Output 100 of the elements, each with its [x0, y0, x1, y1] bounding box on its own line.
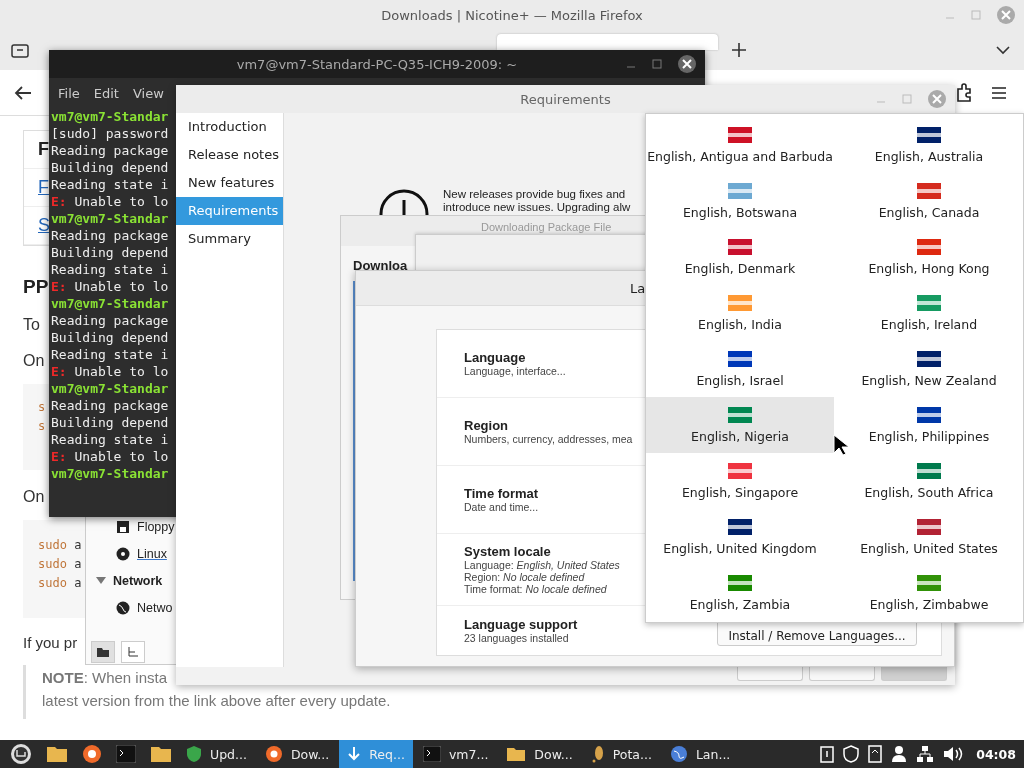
setting-title: Language support [464, 617, 578, 632]
window-title: Downloading Package File [481, 221, 612, 233]
network-icon[interactable] [916, 745, 935, 763]
language-option[interactable]: English, Australia [834, 117, 1024, 173]
places-button[interactable] [91, 641, 115, 663]
menu-item[interactable]: Edit [93, 85, 119, 101]
expander-icon[interactable] [96, 576, 106, 585]
clipboard-icon[interactable] [820, 745, 835, 763]
taskbar-button[interactable]: Lan... [661, 740, 739, 768]
sidebar-item[interactable]: Netwo [137, 600, 173, 615]
sidebar-icon[interactable] [11, 42, 29, 58]
language-option[interactable]: English, Botswana [646, 173, 834, 229]
globe-icon [669, 745, 688, 763]
flag-icon [917, 126, 941, 143]
flag-icon [917, 574, 941, 591]
taskbar-button[interactable]: Dow... [256, 740, 338, 768]
step-item[interactable]: Summary [176, 225, 283, 253]
disc-icon [116, 546, 130, 561]
terminal-output: Building depend [51, 244, 169, 261]
setting-description: Numbers, currency, addresses, mea [464, 433, 633, 445]
paragraph: On [23, 352, 45, 370]
step-item[interactable]: Release notes [176, 141, 283, 169]
terminal-prompt: vm7@vm7-Standar [51, 465, 169, 482]
setting-description: Time format: No locale defined [464, 583, 607, 595]
language-option[interactable]: English, Israel [646, 341, 834, 397]
maximize-icon[interactable] [651, 58, 663, 70]
language-option[interactable]: English, India [646, 285, 834, 341]
clock[interactable]: 04:08 [976, 746, 1016, 762]
language-option[interactable]: English, Canada [834, 173, 1024, 229]
terminal-icon[interactable] [116, 745, 136, 763]
tree-button[interactable] [121, 641, 145, 663]
terminal-icon [422, 746, 441, 762]
window-title: Downloads | Nicotine+ — Mozilla Firefox [381, 7, 643, 23]
table-heading: F [38, 139, 49, 160]
flag-icon [728, 350, 752, 367]
new-tab-icon[interactable] [731, 42, 747, 58]
language-option[interactable]: English, Nigeria [646, 397, 834, 453]
terminal-output: Reading state i [51, 431, 169, 448]
flag-icon [728, 406, 752, 423]
taskbar-button[interactable]: vm7... [414, 740, 497, 768]
sidebar-item[interactable]: Linux [137, 546, 167, 561]
flag-icon [728, 462, 752, 479]
update-icon[interactable] [868, 745, 883, 763]
flag-icon [917, 238, 941, 255]
notice-text: New releases provide bug fixes and [443, 188, 626, 200]
terminal-prompt: vm7@vm7-Standar [51, 210, 169, 227]
language-option[interactable]: English, United States [834, 509, 1024, 565]
folder-icon[interactable] [150, 745, 172, 763]
sidebar-item[interactable]: Floppy [137, 519, 175, 534]
flag-icon [917, 462, 941, 479]
table-link[interactable]: F [38, 177, 49, 198]
menu-item[interactable]: View [132, 85, 164, 101]
taskbar-button[interactable]: Upd... [178, 740, 255, 768]
potato-icon [590, 744, 605, 764]
setting-title: System locale [464, 544, 551, 559]
language-option[interactable]: English, Denmark [646, 229, 834, 285]
code-line: s [38, 400, 46, 414]
chevron-down-icon[interactable] [995, 45, 1011, 55]
folder-icon [506, 746, 527, 762]
floppy-icon [116, 519, 130, 534]
setting-description: 23 languages installed [464, 632, 569, 644]
shield-icon[interactable] [843, 745, 860, 763]
volume-icon[interactable] [943, 746, 964, 762]
language-option[interactable]: English, Hong Kong [834, 229, 1024, 285]
menu-icon[interactable] [991, 85, 1007, 100]
taskbar-button[interactable]: Pota... [582, 740, 660, 768]
step-item[interactable]: New features [176, 169, 283, 197]
terminal-output: Building depend [51, 329, 169, 346]
mouse-pointer-icon [833, 434, 849, 456]
flag-icon [728, 238, 752, 255]
menu-item[interactable]: File [58, 85, 80, 101]
window-title: Requirements [520, 91, 611, 107]
flag-icon [917, 350, 941, 367]
start-menu-icon[interactable] [10, 743, 32, 765]
close-icon[interactable] [677, 54, 697, 74]
taskbar-button[interactable]: Dow... [498, 740, 581, 768]
puzzle-icon[interactable] [955, 82, 973, 103]
error-message: Unable to lo [74, 278, 169, 295]
error-tag: E: [51, 278, 67, 295]
table-link[interactable]: S [38, 215, 50, 236]
language-option[interactable]: English, Ireland [834, 285, 1024, 341]
browser-icon[interactable] [82, 744, 102, 764]
step-item[interactable]: Introduction [176, 113, 283, 141]
sidebar-item[interactable]: Network [113, 573, 163, 588]
setting-description: Date and time... [464, 501, 539, 513]
language-option[interactable]: English, Philippines [834, 397, 1024, 453]
language-option[interactable]: English, New Zealand [834, 341, 1024, 397]
setting-title: Region [464, 418, 509, 433]
language-option[interactable]: English, Singapore [646, 453, 834, 509]
back-arrow-icon[interactable] [14, 84, 32, 101]
setting-title: Language [464, 350, 526, 365]
language-option[interactable]: English, United Kingdom [646, 509, 834, 565]
folder-icon[interactable] [46, 745, 68, 763]
notice-text: introduce new issues. Upgrading alw [443, 201, 631, 213]
terminal-prompt: vm7@vm7-Standar [51, 295, 169, 312]
terminal-output: Reading package [51, 142, 169, 159]
language-option[interactable]: English, Antigua and Barbuda [646, 117, 834, 173]
note-text: NOTE: When insta [42, 669, 168, 686]
user-icon[interactable] [891, 745, 908, 763]
language-option[interactable]: English, South Africa [834, 453, 1024, 509]
